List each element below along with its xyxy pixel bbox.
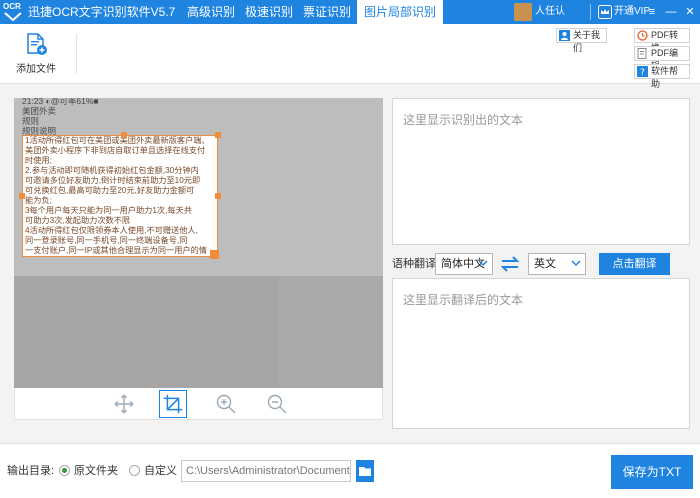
move-icon[interactable] bbox=[112, 392, 136, 416]
translate-button[interactable]: 点击翻译 bbox=[599, 253, 670, 275]
crop-text-line: 同一登录账号,同一手机号,同一终端设备号,同 bbox=[25, 236, 188, 245]
translation-result-placeholder: 这里显示翻译后的文本 bbox=[403, 293, 524, 307]
crop-text-line: 时使用; bbox=[25, 156, 52, 165]
crop-text-line: 一支付账户,同一IP或其他合理显示为同一用户的情 bbox=[25, 246, 207, 255]
logo-mark-icon bbox=[4, 12, 22, 22]
output-path-input[interactable] bbox=[181, 460, 351, 482]
crop-handle-right[interactable] bbox=[215, 193, 221, 199]
vip-crown-icon bbox=[598, 5, 612, 19]
help-icon: ? bbox=[637, 66, 648, 77]
crop-icon[interactable] bbox=[159, 390, 187, 418]
swap-languages-icon[interactable] bbox=[500, 255, 520, 273]
pdf-convert-button[interactable]: PDF转换 bbox=[634, 28, 690, 53]
original-folder-label[interactable]: 原文件夹 bbox=[74, 463, 118, 479]
crop-handle-bottom-right[interactable] bbox=[210, 250, 219, 259]
crop-text-line: 美团外卖小程序下非到店自取订单且选择在线支付 bbox=[25, 146, 206, 155]
crop-text-line: 可兑换红包,最高可助力至20元,好友助力金额可 bbox=[25, 186, 195, 195]
crop-selection[interactable]: 1活动所得红包可在美团或美团外卖最新版客户端、 美团外卖小程序下非到店自取订单且… bbox=[22, 135, 218, 257]
image-header-line: 规则 bbox=[22, 116, 40, 126]
browse-folder-button[interactable] bbox=[356, 460, 374, 482]
translation-result-textarea[interactable]: 这里显示翻译后的文本 bbox=[392, 278, 690, 429]
zoom-out-icon[interactable] bbox=[265, 392, 289, 416]
translation-language-label: 语种翻译: bbox=[392, 258, 440, 270]
title-divider bbox=[590, 4, 591, 20]
image-controls bbox=[14, 388, 383, 420]
ocr-result-placeholder: 这里显示识别出的文本 bbox=[403, 113, 524, 127]
close-button[interactable]: ✕ bbox=[681, 0, 699, 24]
crop-text-line: 3每个用户每天只能为同一用户助力1次,每天共 bbox=[25, 206, 192, 215]
footer-bar: 输出目录: 原文件夹 自定义 保存为TXT bbox=[0, 443, 700, 498]
folder-icon bbox=[359, 467, 371, 476]
image-header-line: 美团外卖 bbox=[22, 106, 57, 116]
about-us-button[interactable]: 关于我们 bbox=[556, 28, 607, 53]
pdf-edit-icon bbox=[637, 48, 647, 59]
about-us-label: 关于我们 bbox=[573, 30, 601, 53]
tab-fast-recognition[interactable]: 极速识别 bbox=[245, 0, 293, 24]
app-logo: OCR bbox=[2, 1, 24, 23]
save-as-txt-button[interactable]: 保存为TXT bbox=[611, 455, 693, 489]
crop-text-line: 能为负; bbox=[25, 196, 52, 205]
pdf-edit-button[interactable]: PDF编辑 bbox=[634, 46, 690, 71]
tab-ticket-recognition[interactable]: 票证识别 bbox=[303, 0, 351, 24]
crop-text-line: 2.参与活动即可随机获得初始红包金额,30分钟内 bbox=[25, 166, 199, 175]
chevron-down-icon bbox=[478, 260, 488, 267]
target-language-select[interactable]: 英文 bbox=[528, 253, 586, 275]
software-help-button[interactable]: ? 软件帮助 bbox=[634, 64, 690, 89]
crop-text-line: 可助力3次,发起助力次数不限 bbox=[25, 216, 131, 225]
target-language-value: 英文 bbox=[534, 258, 556, 270]
person-icon bbox=[559, 30, 570, 41]
custom-folder-radio[interactable] bbox=[129, 465, 140, 476]
zoom-in-icon[interactable] bbox=[214, 392, 238, 416]
image-region-bottom bbox=[14, 276, 279, 388]
menu-button[interactable]: ≡ bbox=[643, 0, 661, 24]
output-directory-label: 输出目录: bbox=[7, 465, 55, 477]
software-help-label: 软件帮助 bbox=[651, 66, 679, 89]
crop-text-line: 4活动所得红包仅限领券本人使用,不可赠送他人, bbox=[25, 226, 198, 235]
svg-text:?: ? bbox=[640, 68, 645, 77]
translation-row: 语种翻译: 简体中文 英文 点击翻译 bbox=[392, 253, 690, 277]
crop-text-line: 1活动所得红包可在美团或美团外卖最新版客户端、 bbox=[25, 136, 210, 145]
custom-folder-label[interactable]: 自定义 bbox=[144, 463, 177, 479]
pdf-convert-icon bbox=[637, 30, 648, 41]
tab-advanced-recognition[interactable]: 高级识别 bbox=[187, 0, 235, 24]
add-file-label: 添加文件 bbox=[16, 64, 56, 75]
crop-handle-top-right[interactable] bbox=[215, 132, 221, 138]
source-language-select[interactable]: 简体中文 bbox=[435, 253, 493, 275]
ocr-result-textarea[interactable]: 这里显示识别出的文本 bbox=[392, 98, 690, 245]
crop-handle-left[interactable] bbox=[19, 193, 25, 199]
minimize-button[interactable]: — bbox=[662, 0, 680, 24]
add-file-icon bbox=[27, 33, 47, 55]
crop-handle-top[interactable] bbox=[121, 132, 127, 138]
add-file-button[interactable]: 添加文件 bbox=[10, 32, 62, 78]
user-name[interactable]: 人任认 bbox=[535, 0, 565, 24]
tab-partial-image-recognition[interactable]: 图片局部识别 bbox=[357, 0, 443, 24]
chevron-down-icon bbox=[571, 260, 581, 267]
avatar[interactable] bbox=[514, 3, 532, 21]
image-preview[interactable]: 21:23 ◐@可率61%■ 美团外卖 规则 规则说明 1活动所得红包可在美团或… bbox=[14, 98, 383, 388]
crop-text-line: 可邀请多位好友助力,倒计时结束前助力至10元即 bbox=[25, 176, 201, 185]
title-bar: OCR 迅捷OCR文字识别软件V5.7 高级识别 极速识别 票证识别 图片局部识… bbox=[0, 0, 700, 24]
toolbar-divider bbox=[76, 34, 77, 74]
app-title: 迅捷OCR文字识别软件V5.7 bbox=[28, 5, 176, 19]
toolbar: 添加文件 关于我们 PDF转换 PDF编辑 ? 软件帮助 bbox=[0, 24, 700, 89]
original-folder-radio[interactable] bbox=[59, 465, 70, 476]
image-status-line: 21:23 ◐@可率61%■ bbox=[22, 98, 99, 106]
